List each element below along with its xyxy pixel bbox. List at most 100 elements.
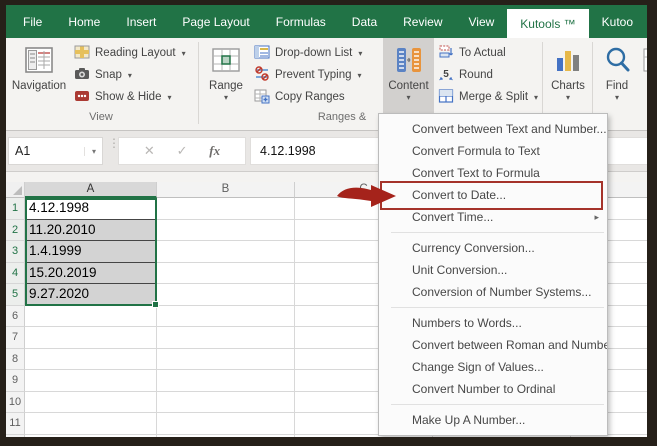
row-header-8[interactable]: 8 [6,348,25,370]
row-header-3[interactable]: 3 [6,241,25,263]
menu-item-make-up-number[interactable]: Make Up A Number... [379,409,607,431]
tab-view[interactable]: View [456,5,508,38]
menu-item-convert-to-date[interactable]: Convert to Date... [379,184,607,206]
row-header-9[interactable]: 9 [6,370,25,392]
row-header-1[interactable]: 1 [6,198,25,220]
cell-b1[interactable] [157,198,295,220]
row-header-10[interactable]: 10 [6,391,25,413]
chevron-down-icon[interactable]: ▾ [83,146,96,156]
range-label: Range [209,80,243,92]
show-hide-icon [74,88,90,107]
cell-b7[interactable] [157,327,295,349]
copy-ranges-button[interactable]: Copy Ranges [254,88,345,106]
round-button[interactable]: 5 Round [438,66,493,84]
row-header-11[interactable]: 11 [6,413,25,435]
snap-button[interactable]: Snap ▾ [74,66,132,84]
menu-item-convert-text-number[interactable]: Convert between Text and Number... [379,118,607,140]
navigation-label: Navigation [11,80,67,92]
name-box[interactable]: A1 ▾ [8,137,103,165]
row-header-5[interactable]: 5 [6,284,25,306]
menu-item-convert-formula-to-text[interactable]: Convert Formula to Text [379,140,607,162]
tab-kutools[interactable]: Kutools ™ [507,9,589,38]
menu-item-number-to-ordinal[interactable]: Convert Number to Ordinal [379,378,607,400]
cell-b11[interactable] [157,413,295,435]
column-header-b[interactable]: B [157,182,295,198]
cell-a12[interactable] [25,434,157,437]
cell-a1[interactable]: 4.12.1998 [25,198,157,220]
cell-a9[interactable] [25,370,157,392]
cell-a6[interactable] [25,305,157,327]
select-button-clipped[interactable]: S [642,42,647,118]
column-header-a[interactable]: A [25,182,157,198]
cell-a11[interactable] [25,413,157,435]
charts-button[interactable]: Charts ▾ [546,42,590,118]
cell-a7[interactable] [25,327,157,349]
merge-split-button[interactable]: Merge & Split ▾ [438,88,538,106]
cell-b10[interactable] [157,391,295,413]
cell-b5[interactable] [157,284,295,306]
tab-data[interactable]: Data [339,5,390,38]
row-header-6[interactable]: 6 [6,305,25,327]
cell-b12[interactable] [157,434,295,437]
menu-item-convert-time[interactable]: Convert Time... ▸ [379,206,607,228]
tab-review[interactable]: Review [390,5,455,38]
to-actual-button[interactable]: To Actual [438,44,506,62]
cell-b6[interactable] [157,305,295,327]
formula-buttons: ✕ ✓ fx [118,137,246,165]
tab-home[interactable]: Home [55,5,113,38]
menu-item-unit-conversion[interactable]: Unit Conversion... [379,259,607,281]
cell-b2[interactable] [157,219,295,241]
row-header-12[interactable]: 12 [6,434,25,437]
menu-item-change-sign[interactable]: Change Sign of Values... [379,356,607,378]
menu-item-currency-conversion[interactable]: Currency Conversion... [379,237,607,259]
menu-item-roman-and-number[interactable]: Convert between Roman and Number... [379,334,607,356]
reading-layout-button[interactable]: Reading Layout ▾ [74,44,186,62]
menu-separator [391,232,604,233]
chevron-down-icon: ▾ [614,93,619,102]
row-header-7[interactable]: 7 [6,327,25,349]
chevron-down-icon: ▾ [357,70,362,80]
menu-separator [391,307,604,308]
cell-a10[interactable] [25,391,157,413]
cell-a5[interactable]: 9.27.2020 [25,284,157,306]
find-button[interactable]: Find ▾ [596,42,638,118]
cell-a4[interactable]: 15.20.2019 [25,262,157,284]
menu-item-convert-time-label: Convert Time... [412,210,494,224]
cell-a3[interactable]: 1.4.1999 [25,241,157,263]
tab-file[interactable]: File [10,5,55,38]
charts-label: Charts [551,80,585,92]
show-hide-button[interactable]: Show & Hide ▾ [74,88,172,106]
navigation-button[interactable]: Navigation [10,42,68,118]
cancel-icon[interactable]: ✕ [144,143,155,159]
chevron-down-icon: ▾ [565,93,570,102]
row-header-2[interactable]: 2 [6,219,25,241]
formula-value: 4.12.1998 [260,144,316,158]
cell-b4[interactable] [157,262,295,284]
insert-function-icon[interactable]: fx [209,143,220,159]
menu-separator [391,404,604,405]
menu-item-number-systems[interactable]: Conversion of Number Systems... [379,281,607,303]
cell-b3[interactable] [157,241,295,263]
bar-chart-icon [553,45,583,78]
menu-item-numbers-to-words[interactable]: Numbers to Words... [379,312,607,334]
tab-formulas[interactable]: Formulas [263,5,339,38]
menu-item-convert-text-to-formula[interactable]: Convert Text to Formula [379,162,607,184]
merge-split-label: Merge & Split [459,91,529,103]
tab-insert[interactable]: Insert [113,5,169,38]
content-label: Content [388,80,429,92]
row-header-4[interactable]: 4 [6,262,25,284]
navigation-icon [24,45,54,78]
fill-handle[interactable] [152,301,159,308]
tab-kutools-plus-clipped[interactable]: Kutoo [589,5,646,38]
dropdown-list-icon [254,44,270,63]
prevent-typing-button[interactable]: Prevent Typing ▾ [254,65,362,84]
cell-b9[interactable] [157,370,295,392]
cell-a2[interactable]: 11.20.2010 [25,219,157,241]
tab-page-layout[interactable]: Page Layout [169,5,262,38]
cell-a8[interactable] [25,348,157,370]
cell-b8[interactable] [157,348,295,370]
enter-icon[interactable]: ✓ [177,143,188,159]
select-all-button[interactable] [6,182,25,198]
dropdown-list-button[interactable]: Drop-down List ▾ [254,44,362,62]
range-button[interactable]: Range ▾ [204,42,248,118]
